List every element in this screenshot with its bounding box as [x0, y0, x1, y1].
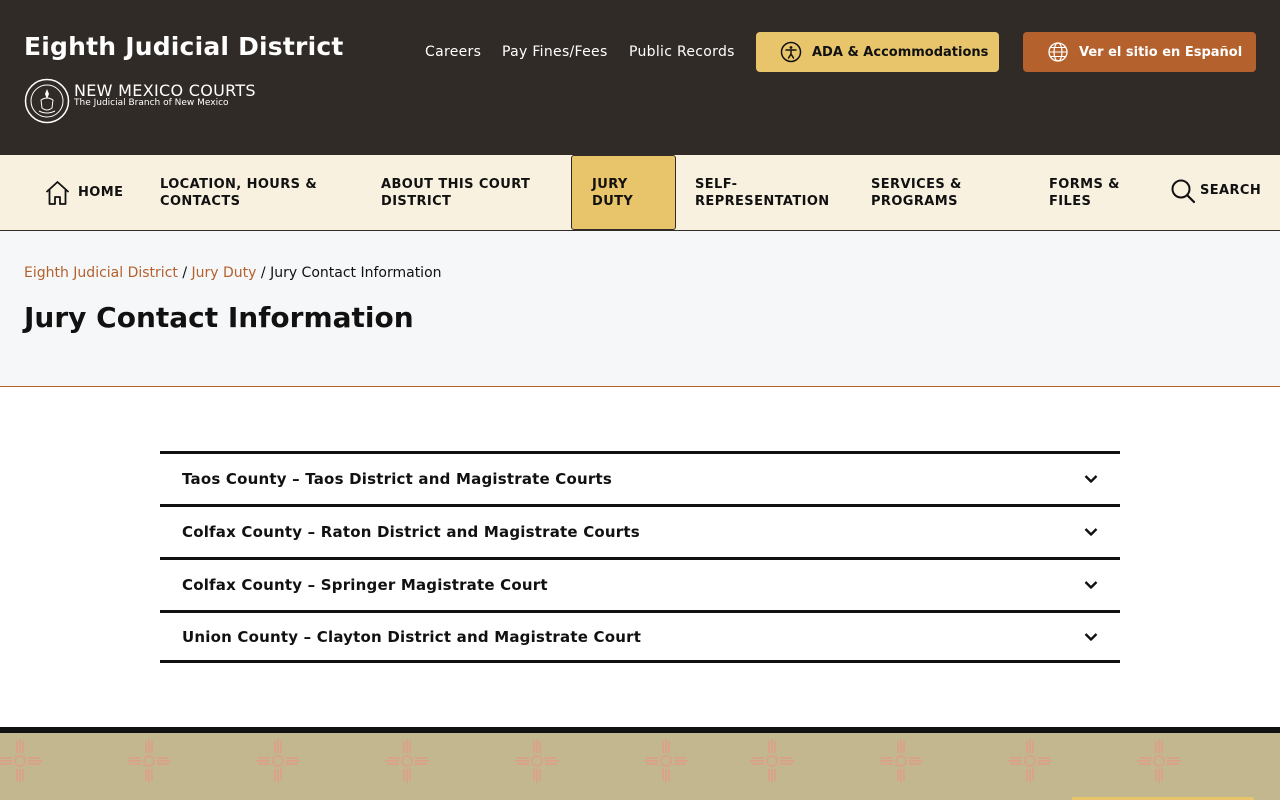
search-icon: [1171, 179, 1196, 203]
zia-sun-icon: [0, 738, 1182, 784]
nav-forms-files[interactable]: FORMS & FILES: [1049, 155, 1120, 230]
nav-label-line1: ABOUT THIS COURT: [381, 176, 531, 192]
home-icon: [45, 180, 70, 205]
careers-link[interactable]: Careers: [425, 44, 481, 60]
nav-label-line2: REPRESENTATION: [695, 193, 830, 209]
nav-label-line1: SELF-: [695, 176, 738, 192]
nav-label-line1: FORMS &: [1049, 176, 1120, 192]
accordion-item-springer[interactable]: Colfax County – Springer Magistrate Cour…: [160, 557, 1120, 610]
breadcrumb-link-home[interactable]: Eighth Judicial District: [24, 265, 178, 281]
pay-fines-link[interactable]: Pay Fines/Fees: [502, 44, 608, 60]
ada-button-label: ADA & Accommodations: [812, 44, 989, 60]
nav-label-line2: DISTRICT: [381, 193, 452, 209]
nav-home-label: HOME: [78, 185, 124, 200]
nav-self-representation[interactable]: SELF- REPRESENTATION: [695, 155, 830, 230]
accordion-item-taos[interactable]: Taos County – Taos District and Magistra…: [160, 451, 1120, 504]
footer-zia-pattern: [0, 733, 1280, 800]
jury-contacts-accordion: Taos County – Taos District and Magistra…: [160, 451, 1120, 663]
accordion-item-label: Colfax County – Springer Magistrate Cour…: [182, 576, 548, 594]
nav-label-line1: JURY: [592, 176, 628, 192]
accordion-item-clayton[interactable]: Union County – Clayton District and Magi…: [160, 610, 1120, 663]
site-header: Eighth Judicial District NEW MEXICO COUR…: [0, 0, 1280, 155]
breadcrumb-separator: /: [182, 265, 192, 281]
nav-label-line1: LOCATION, HOURS &: [160, 176, 318, 192]
accordion-item-label: Taos County – Taos District and Magistra…: [182, 470, 612, 488]
ada-accommodations-button[interactable]: ADA & Accommodations: [756, 32, 999, 72]
accordion-item-raton[interactable]: Colfax County – Raton District and Magis…: [160, 504, 1120, 557]
nav-jury-duty[interactable]: JURY DUTY: [571, 155, 676, 230]
nav-home[interactable]: HOME: [44, 155, 123, 230]
breadcrumb-link-jury-duty[interactable]: Jury Duty: [192, 265, 257, 281]
chevron-down-icon: [1084, 632, 1098, 641]
nav-services-programs[interactable]: SERVICES & PROGRAMS: [871, 155, 962, 230]
spanish-button-label: Ver el sitio en Español: [1079, 44, 1243, 60]
breadcrumb-separator: /: [260, 265, 271, 281]
nav-label-line2: DUTY: [592, 193, 634, 209]
state-seal-icon: [24, 78, 70, 124]
nav-search-button[interactable]: SEARCH: [1170, 153, 1261, 228]
nav-label-line2: CONTACTS: [160, 193, 241, 209]
spanish-site-button[interactable]: Ver el sitio en Español: [1023, 32, 1256, 72]
logo-sub-text: The Judicial Branch of New Mexico: [74, 98, 229, 108]
chevron-down-icon: [1084, 475, 1098, 483]
new-mexico-courts-logo[interactable]: NEW MEXICO COURTS The Judicial Branch of…: [24, 78, 284, 124]
chevron-down-icon: [1084, 528, 1098, 536]
breadcrumb: Eighth Judicial District / Jury Duty / J…: [24, 265, 442, 281]
accordion-item-label: Colfax County – Raton District and Magis…: [182, 523, 640, 541]
nav-label-line2: PROGRAMS: [871, 193, 958, 209]
public-records-link[interactable]: Public Records: [629, 44, 735, 60]
breadcrumb-current: Jury Contact Information: [270, 265, 442, 281]
nav-search-label: SEARCH: [1200, 183, 1262, 198]
globe-icon: [1048, 42, 1068, 62]
accessibility-icon: [780, 41, 802, 63]
nav-label-line2: FILES: [1049, 193, 1092, 209]
main-navigation: HOME LOCATION, HOURS & CONTACTS ABOUT TH…: [0, 155, 1280, 231]
site-title[interactable]: Eighth Judicial District: [24, 32, 344, 61]
nav-label-line1: SERVICES &: [871, 176, 962, 192]
accordion-item-label: Union County – Clayton District and Magi…: [182, 627, 642, 646]
nav-about-court-district[interactable]: ABOUT THIS COURT DISTRICT: [381, 155, 530, 230]
page-title-band: Eighth Judicial District / Jury Duty / J…: [0, 231, 1280, 387]
nav-location-hours-contacts[interactable]: LOCATION, HOURS & CONTACTS: [160, 155, 317, 230]
page-title: Jury Contact Information: [24, 301, 414, 334]
chevron-down-icon: [1084, 581, 1098, 589]
